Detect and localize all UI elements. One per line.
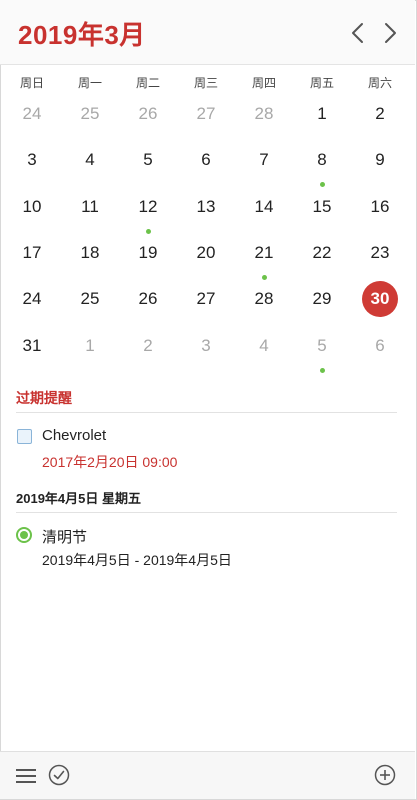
calendar-day[interactable]: 19	[130, 235, 166, 271]
calendar-day[interactable]: 31	[14, 328, 50, 364]
calendar-day[interactable]: 27	[188, 96, 224, 132]
weekday-header-row: 周日 周一 周二 周三 周四 周五 周六	[0, 74, 417, 92]
chevron-left-icon	[352, 23, 363, 43]
calendar-day[interactable]: 24	[14, 281, 50, 317]
task-checkbox[interactable]	[17, 429, 32, 444]
calendar-day[interactable]: 27	[188, 281, 224, 317]
calendar-header: 2019年3月	[0, 0, 415, 65]
weekday-label: 周三	[193, 76, 218, 90]
weekday-label: 周二	[135, 76, 160, 90]
event-indicator-dot	[145, 229, 151, 234]
weekday-label: 周五	[309, 76, 334, 90]
calendar-day[interactable]: 6	[188, 142, 224, 178]
calendar-day[interactable]: 12	[130, 189, 166, 225]
calendar-day[interactable]: 1	[72, 328, 108, 364]
calendar-day[interactable]: 14	[246, 189, 282, 225]
weekday-label: 周一	[77, 76, 102, 90]
calendar-day[interactable]: 3	[188, 328, 224, 364]
calendar-day[interactable]: 5	[304, 328, 340, 364]
task-due-date: 2017年2月20日 09:00	[42, 454, 178, 470]
checkmark-circle-icon	[48, 764, 70, 786]
menu-button[interactable]	[15, 767, 37, 790]
calendar-day[interactable]: 2	[130, 328, 166, 364]
calendar-day[interactable]: 9	[362, 142, 398, 178]
event-indicator-dot	[319, 368, 325, 373]
calendar-day[interactable]: 6	[362, 328, 398, 364]
calendar-day[interactable]: 25	[72, 96, 108, 132]
calendar-day[interactable]: 26	[130, 96, 166, 132]
calendar-day[interactable]: 15	[304, 189, 340, 225]
weekday-label: 周四	[251, 76, 276, 90]
event-title: 清明节	[42, 529, 88, 546]
event-indicator-dot	[319, 182, 325, 187]
calendar-day-today[interactable]: 30	[362, 281, 398, 317]
calendar-day[interactable]: 8	[304, 142, 340, 178]
event-date-range: 2019年4月5日 - 2019年4月5日	[42, 552, 232, 568]
calendar-day[interactable]: 29	[304, 281, 340, 317]
calendar-day[interactable]: 17	[14, 235, 50, 271]
weekday-label: 周六	[367, 76, 392, 90]
calendar-day[interactable]: 24	[14, 96, 50, 132]
calendar-day[interactable]: 2	[362, 96, 398, 132]
calendar-day[interactable]: 4	[246, 328, 282, 364]
calendar-grid: 24 25 26 27 28 1 2 3 4 5 6 7 8 9 10 11 12 13 14 15 16 17 18 19 2…	[0, 92, 417, 382]
calendar-day[interactable]: 23	[362, 235, 398, 271]
hamburger-menu-icon	[16, 769, 36, 783]
calendar-day[interactable]: 1	[304, 96, 340, 132]
calendar-day[interactable]: 4	[72, 142, 108, 178]
calendar-day[interactable]: 28	[246, 281, 282, 317]
completed-tasks-button[interactable]	[48, 764, 70, 791]
event-item[interactable]: 清明节 2019年4月5日 - 2019年4月5日	[16, 526, 397, 572]
prev-month-button[interactable]	[346, 20, 370, 46]
calendar-day[interactable]: 28	[246, 96, 282, 132]
weekday-label: 周日	[19, 76, 44, 90]
calendar-day[interactable]: 18	[72, 235, 108, 271]
calendar-day[interactable]: 20	[188, 235, 224, 271]
chevron-right-icon	[385, 23, 396, 43]
calendar-day[interactable]: 25	[72, 281, 108, 317]
next-month-button[interactable]	[378, 20, 402, 46]
calendar-day[interactable]: 13	[188, 189, 224, 225]
calendar-day[interactable]: 11	[72, 189, 108, 225]
event-status-icon	[16, 527, 32, 543]
calendar-day[interactable]: 22	[304, 235, 340, 271]
add-button[interactable]	[374, 764, 396, 791]
calendar-day[interactable]: 3	[14, 142, 50, 178]
calendar-day[interactable]: 10	[14, 189, 50, 225]
calendar-day[interactable]: 7	[246, 142, 282, 178]
event-indicator-dot	[261, 275, 267, 280]
month-title: 2019年3月	[18, 20, 146, 50]
calendar-day[interactable]: 21	[246, 235, 282, 271]
plus-circle-icon	[374, 764, 396, 786]
bottom-toolbar	[0, 751, 415, 799]
overdue-task-item[interactable]: Chevrolet 2017年2月20日 09:00	[16, 426, 397, 472]
calendar-day[interactable]: 26	[130, 281, 166, 317]
task-title: Chevrolet	[42, 427, 107, 444]
overdue-section-heading: 过期提醒	[16, 388, 397, 413]
date-section-heading: 2019年4月5日 星期五	[16, 488, 397, 513]
calendar-day[interactable]: 16	[362, 189, 398, 225]
calendar-day[interactable]: 5	[130, 142, 166, 178]
